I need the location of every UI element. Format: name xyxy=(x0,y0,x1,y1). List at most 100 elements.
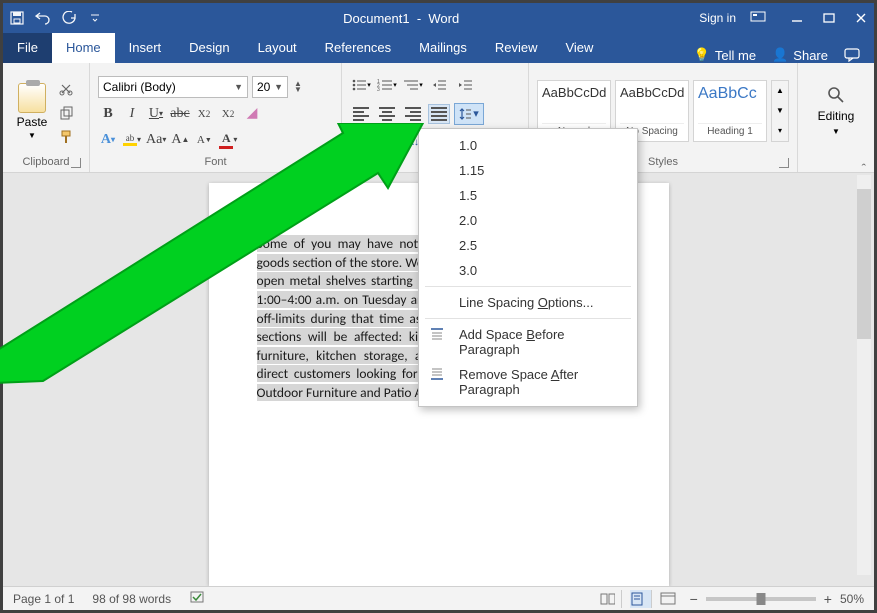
ls-option-2-0[interactable]: 2.0 xyxy=(419,208,637,233)
maximize-icon[interactable] xyxy=(822,11,836,25)
page-status[interactable]: Page 1 of 1 xyxy=(13,592,74,606)
ls-option-3-0[interactable]: 3.0 xyxy=(419,258,637,283)
strikethrough-button[interactable]: abc xyxy=(170,104,190,124)
zoom-in-button[interactable]: + xyxy=(824,591,832,607)
share-button[interactable]: 👤Share xyxy=(772,47,828,63)
dialog-launcher-icon[interactable] xyxy=(71,158,81,168)
increase-indent-button[interactable] xyxy=(454,75,476,95)
signin-link[interactable]: Sign in xyxy=(699,11,736,25)
line-spacing-icon xyxy=(459,107,471,121)
subscript-button[interactable]: X2 xyxy=(194,104,214,124)
remove-space-after-icon xyxy=(429,366,447,384)
tab-references[interactable]: References xyxy=(311,33,405,63)
italic-button[interactable]: I xyxy=(122,104,142,124)
undo-icon[interactable] xyxy=(35,10,51,26)
qat-customize-icon[interactable] xyxy=(87,10,103,26)
word-count[interactable]: 98 of 98 words xyxy=(92,592,171,606)
styles-more-button[interactable]: ▲▼▾ xyxy=(771,80,789,142)
ls-options-link[interactable]: Line Spacing Options... xyxy=(419,290,637,315)
group-label-clipboard: Clipboard xyxy=(22,156,69,168)
group-label-font: Font xyxy=(204,156,226,168)
style-heading1[interactable]: AaBbCc Heading 1 xyxy=(693,80,767,142)
vertical-scrollbar[interactable] xyxy=(857,175,871,575)
bullets-button[interactable]: ▾ xyxy=(350,75,372,95)
shading-button[interactable]: ▾ xyxy=(350,133,372,153)
tab-view[interactable]: View xyxy=(551,33,607,63)
zoom-out-button[interactable]: − xyxy=(690,591,698,607)
cut-icon[interactable] xyxy=(57,80,75,98)
collapse-ribbon-icon[interactable]: ˆ xyxy=(862,161,866,176)
document-title: Document1 xyxy=(343,11,409,26)
dialog-launcher-icon[interactable] xyxy=(323,158,333,168)
text-effects-button[interactable]: A▾ xyxy=(98,130,118,150)
ls-option-1-15[interactable]: 1.15 xyxy=(419,158,637,183)
underline-button[interactable]: U▾ xyxy=(146,104,166,124)
line-spacing-button[interactable]: ▾ xyxy=(454,103,484,125)
save-icon[interactable] xyxy=(9,10,25,26)
add-space-before[interactable]: Add Space Before Paragraph xyxy=(419,322,637,362)
spellcheck-icon[interactable] xyxy=(189,589,207,608)
tell-me[interactable]: 💡Tell me xyxy=(694,47,756,63)
remove-space-after[interactable]: Remove Space After Paragraph xyxy=(419,362,637,402)
bulb-icon: 💡 xyxy=(694,47,710,63)
read-mode-icon[interactable] xyxy=(600,590,622,608)
tab-file[interactable]: File xyxy=(3,33,52,63)
multilevel-list-button[interactable]: ▾ xyxy=(402,75,424,95)
dialog-launcher-icon[interactable] xyxy=(779,158,789,168)
tab-layout[interactable]: Layout xyxy=(244,33,311,63)
minimize-icon[interactable] xyxy=(790,11,804,25)
copy-icon[interactable] xyxy=(57,104,75,122)
chevron-down-icon: ▼ xyxy=(832,127,840,136)
close-icon[interactable] xyxy=(854,11,868,25)
font-color-button[interactable]: A▾ xyxy=(218,130,238,150)
grow-font-button[interactable]: A▲ xyxy=(170,130,190,150)
line-spacing-menu: 1.0 1.15 1.5 2.0 2.5 3.0 Line Spacing Op… xyxy=(418,128,638,407)
ribbon-display-icon[interactable] xyxy=(750,11,766,26)
share-icon: 👤 xyxy=(772,47,788,63)
tab-mailings[interactable]: Mailings xyxy=(405,33,481,63)
chevron-down-icon: ▼ xyxy=(28,131,36,140)
ls-option-1-5[interactable]: 1.5 xyxy=(419,183,637,208)
ls-option-2-5[interactable]: 2.5 xyxy=(419,233,637,258)
bold-button[interactable]: B xyxy=(98,104,118,124)
align-right-button[interactable] xyxy=(402,104,424,124)
redo-icon[interactable] xyxy=(61,10,77,26)
align-left-button[interactable] xyxy=(350,104,372,124)
paste-icon xyxy=(18,83,46,113)
superscript-button[interactable]: X2 xyxy=(218,104,238,124)
chevron-down-icon: ▼ xyxy=(234,82,243,92)
ribbon-tabs: File Home Insert Design Layout Reference… xyxy=(3,33,874,63)
group-label-styles: Styles xyxy=(648,156,678,168)
zoom-slider[interactable] xyxy=(706,597,816,601)
web-layout-icon[interactable] xyxy=(660,590,682,608)
decrease-indent-button[interactable] xyxy=(428,75,450,95)
chevron-down-icon: ▼ xyxy=(274,82,283,92)
highlight-button[interactable]: ab▾ xyxy=(122,130,142,150)
print-layout-icon[interactable] xyxy=(630,590,652,608)
svg-text:3: 3 xyxy=(377,87,380,92)
font-size-combo[interactable]: 20▼ xyxy=(252,76,288,98)
tab-review[interactable]: Review xyxy=(481,33,552,63)
scrollbar-thumb[interactable] xyxy=(857,189,871,339)
app-name: Word xyxy=(428,11,459,26)
align-center-button[interactable] xyxy=(376,104,398,124)
search-icon xyxy=(826,85,846,105)
font-name-combo[interactable]: Calibri (Body)▼ xyxy=(98,76,248,98)
justify-button[interactable] xyxy=(428,104,450,124)
ls-option-1-0[interactable]: 1.0 xyxy=(419,133,637,158)
status-bar: Page 1 of 1 98 of 98 words − + 50% xyxy=(3,586,874,610)
editing-button[interactable]: Editing ▼ xyxy=(806,85,866,136)
comments-icon[interactable] xyxy=(844,48,860,62)
tab-design[interactable]: Design xyxy=(175,33,243,63)
shrink-font-button[interactable]: A▼ xyxy=(194,130,214,150)
zoom-level[interactable]: 50% xyxy=(840,592,864,606)
format-painter-icon[interactable] xyxy=(57,128,75,146)
paste-button[interactable]: Paste ▼ xyxy=(11,81,53,140)
borders-button[interactable]: ▾ xyxy=(376,133,398,153)
font-size-stepper[interactable]: ▲▼ xyxy=(294,81,302,93)
tab-insert[interactable]: Insert xyxy=(115,33,176,63)
tab-home[interactable]: Home xyxy=(52,33,115,63)
numbering-button[interactable]: 123▾ xyxy=(376,75,398,95)
clear-formatting-icon[interactable]: ◢ xyxy=(242,104,262,124)
change-case-button[interactable]: Aa▾ xyxy=(146,130,166,150)
